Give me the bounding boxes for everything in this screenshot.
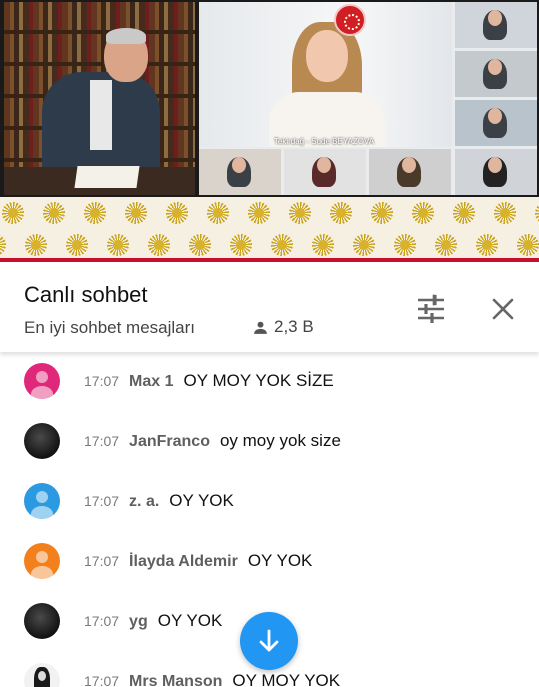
person-icon (254, 321, 267, 334)
avatar[interactable] (24, 423, 60, 459)
message-author[interactable]: Max 1 (129, 373, 173, 390)
close-icon (492, 298, 514, 320)
sun-motif-icon (324, 197, 358, 229)
message-author[interactable]: İlayda Aldemir (129, 553, 238, 570)
message-text: OY YOK (157, 611, 223, 630)
sun-motif-icon (406, 197, 440, 229)
sun-motif-icon (347, 229, 381, 261)
close-chat-button[interactable] (486, 292, 520, 326)
sun-motif-icon (429, 229, 463, 261)
participant-tile (455, 100, 537, 146)
chat-message[interactable]: 17:07 JanFranco oy moy yok size (0, 412, 539, 472)
message-text: OY MOY YOK (232, 671, 341, 687)
sun-motif-icon (470, 229, 504, 261)
sun-motif-icon (119, 197, 153, 229)
participant-tile (284, 149, 366, 195)
sun-motif-icon (142, 229, 176, 261)
sun-motif-icon (101, 229, 135, 261)
sun-motif-icon (37, 197, 71, 229)
viewer-count-label: 2,3 B (274, 317, 314, 336)
sun-motif-icon (511, 229, 539, 261)
participant-tile (455, 2, 537, 48)
message-time: 17:07 (84, 673, 120, 687)
message-time: 17:07 (84, 493, 120, 509)
speaker-video-feed (4, 2, 195, 195)
viewer-count: 2,3 B (252, 317, 314, 337)
scroll-to-bottom-button[interactable] (240, 612, 298, 670)
chat-filter-button[interactable] (414, 292, 448, 326)
participant-tile (369, 149, 451, 195)
sun-motif-icon (388, 229, 422, 261)
chat-message[interactable]: 17:07 z. a. OY YOK (0, 472, 539, 532)
sun-motif-icon (283, 197, 317, 229)
sun-motif-icon (60, 229, 94, 261)
sun-motif-icon (306, 229, 340, 261)
sun-motif-icon (224, 229, 258, 261)
message-author[interactable]: JanFranco (129, 433, 210, 450)
decorative-band (0, 197, 539, 262)
chat-message[interactable]: 17:07 İlayda Aldemir OY YOK (0, 532, 539, 592)
sun-motif-icon (19, 229, 53, 261)
sun-motif-icon (529, 197, 539, 229)
message-author[interactable]: yg (129, 613, 148, 630)
message-time: 17:07 (84, 553, 120, 569)
message-author[interactable]: Mrs Manson (129, 673, 222, 687)
message-time: 17:07 (84, 433, 120, 449)
message-text: OY YOK (247, 551, 313, 570)
sun-motif-icon (160, 197, 194, 229)
sun-motif-icon (365, 197, 399, 229)
participants-grid: Tekirdağ - Sude BEYAZOVA (199, 2, 537, 195)
main-participant-tile: Tekirdağ - Sude BEYAZOVA (199, 2, 452, 147)
main-participant-caption: Tekirdağ - Sude BEYAZOVA (273, 137, 375, 146)
avatar[interactable] (24, 603, 60, 639)
sun-motif-icon (265, 229, 299, 261)
avatar[interactable] (24, 543, 60, 579)
video-player[interactable]: Tekirdağ - Sude BEYAZOVA (0, 0, 539, 197)
chat-message[interactable]: 17:07 Max 1 OY MOY YOK SİZE (0, 352, 539, 412)
sun-motif-icon (242, 197, 276, 229)
sun-motif-icon (488, 197, 522, 229)
participant-tile (199, 149, 281, 195)
chat-title: Canlı sohbet (24, 282, 148, 307)
avatar[interactable] (24, 483, 60, 519)
message-time: 17:07 (84, 613, 120, 629)
message-text: OY YOK (169, 491, 234, 510)
sun-motif-icon (0, 197, 30, 229)
chat-mode-selector[interactable]: En iyi sohbet mesajları (24, 318, 195, 338)
message-text: OY MOY YOK SİZE (183, 371, 334, 390)
message-time: 17:07 (84, 373, 120, 389)
message-text: oy moy yok size (219, 431, 341, 450)
sun-motif-icon (201, 197, 235, 229)
message-author[interactable]: z. a. (129, 493, 159, 510)
avatar[interactable] (24, 363, 60, 399)
sun-motif-icon (78, 197, 112, 229)
arrow-down-icon (259, 629, 279, 652)
sun-motif-icon (447, 197, 481, 229)
tune-icon (418, 294, 444, 323)
participant-tile (455, 149, 537, 195)
sun-motif-icon (0, 229, 12, 261)
participant-tile (455, 51, 537, 97)
sun-motif-icon (183, 229, 217, 261)
avatar[interactable] (24, 663, 60, 687)
presidential-seal-icon (334, 4, 366, 36)
chat-header: Canlı sohbet En iyi sohbet mesajları 2,3… (0, 262, 539, 352)
